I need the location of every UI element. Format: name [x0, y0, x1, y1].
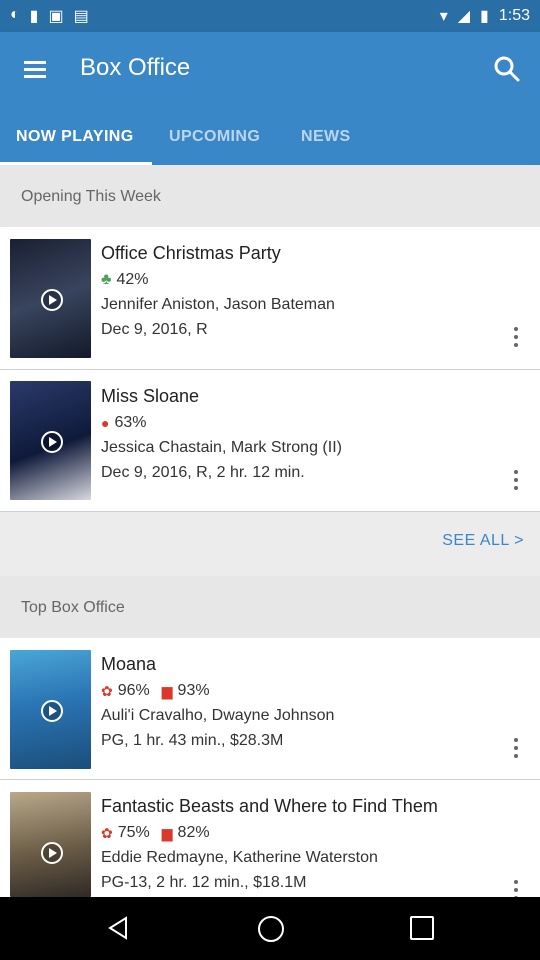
see-all-link[interactable]: SEE ALL >: [442, 532, 524, 550]
bookmark-icon: ▮: [29, 8, 39, 25]
search-icon[interactable]: [490, 52, 524, 86]
recents-icon[interactable]: [410, 916, 434, 940]
movie-details: Dec 9, 2016, R, 2 hr. 12 min.: [101, 464, 305, 481]
certified-fresh-icon: ✿: [101, 824, 113, 841]
app-title: Box Office: [80, 54, 191, 81]
movie-card[interactable]: Miss Sloane ● 63% Jessica Chastain, Mark…: [0, 370, 540, 512]
movie-card[interactable]: Fantastic Beasts and Where to Find Them …: [0, 780, 540, 897]
movie-poster[interactable]: [10, 239, 91, 358]
movie-rating: ✿ 75% ▆ 82%: [101, 824, 210, 841]
section-header-top: Top Box Office: [0, 576, 540, 638]
movie-title: Moana: [101, 654, 157, 674]
popcorn-icon: ▆: [161, 824, 173, 841]
popcorn-icon: ▆: [161, 682, 173, 699]
movie-card[interactable]: Moana ✿ 96% ▆ 93% Auli'i Cravalho, Dwayn…: [0, 638, 540, 780]
movie-details: PG, 1 hr. 43 min., $28.3M: [101, 732, 284, 749]
wifi-icon: ▾: [439, 8, 448, 25]
more-options-icon[interactable]: [505, 325, 527, 349]
tab-now-playing[interactable]: NOW PLAYING: [16, 128, 134, 146]
menu-icon[interactable]: [20, 52, 54, 86]
tab-upcoming[interactable]: UPCOMING: [169, 128, 260, 146]
movie-rating: ● 63%: [101, 414, 147, 431]
tab-news[interactable]: NEWS: [301, 128, 351, 146]
more-options-icon[interactable]: [505, 468, 527, 492]
movie-title: Fantastic Beasts and Where to Find Them: [101, 796, 438, 816]
movie-rating: ✿ 96% ▆ 93%: [101, 682, 210, 699]
status-bar: ◐ ▮ ▣ ▤ ▾ ◢ ▮ 1:53: [0, 0, 540, 32]
play-icon[interactable]: [41, 431, 63, 453]
battery-icon: ▮: [480, 8, 489, 25]
movie-title: Miss Sloane: [101, 386, 200, 406]
movie-details: Dec 9, 2016, R: [101, 321, 208, 338]
system-status: ▾ ◢ ▮ 1:53: [440, 6, 530, 26]
more-options-icon[interactable]: [505, 736, 527, 760]
movie-poster[interactable]: [10, 381, 91, 500]
movie-poster[interactable]: [10, 650, 91, 769]
more-options-icon[interactable]: [505, 878, 527, 897]
tomato-icon: ●: [101, 415, 110, 431]
movie-details: PG-13, 2 hr. 12 min., $18.1M: [101, 874, 307, 891]
navigation-bar: [0, 897, 540, 960]
app-bar: Box Office NOW PLAYING UPCOMING NEWS: [0, 32, 540, 166]
home-icon[interactable]: [258, 916, 284, 942]
play-icon[interactable]: [41, 289, 63, 311]
play-icon[interactable]: [41, 700, 63, 722]
notification-icons: ◐ ▮ ▣ ▤: [10, 6, 89, 26]
section-header-opening: Opening This Week: [0, 165, 540, 227]
bag-icon: ▤: [73, 8, 89, 25]
tab-bar: NOW PLAYING UPCOMING NEWS: [0, 116, 540, 165]
certified-fresh-icon: ✿: [101, 682, 113, 699]
time: 1:53: [498, 7, 530, 24]
image-icon: ▣: [48, 8, 64, 25]
signal-icon: ◢: [457, 8, 471, 25]
movie-cast: Auli'i Cravalho, Dwayne Johnson: [101, 707, 335, 724]
notification-icon: ◐: [10, 6, 20, 23]
movie-title: Office Christmas Party: [101, 243, 281, 263]
back-icon[interactable]: [106, 916, 130, 940]
movie-poster[interactable]: [10, 792, 91, 897]
movie-rating: ♣ 42%: [101, 271, 149, 288]
rotten-splat-icon: ♣: [101, 271, 112, 288]
play-icon[interactable]: [41, 842, 63, 864]
movie-card[interactable]: Office Christmas Party ♣ 42% Jennifer An…: [0, 227, 540, 370]
movie-cast: Eddie Redmayne, Katherine Waterston: [101, 849, 378, 866]
movie-cast: Jessica Chastain, Mark Strong (II): [101, 439, 342, 456]
movie-cast: Jennifer Aniston, Jason Bateman: [101, 296, 335, 313]
